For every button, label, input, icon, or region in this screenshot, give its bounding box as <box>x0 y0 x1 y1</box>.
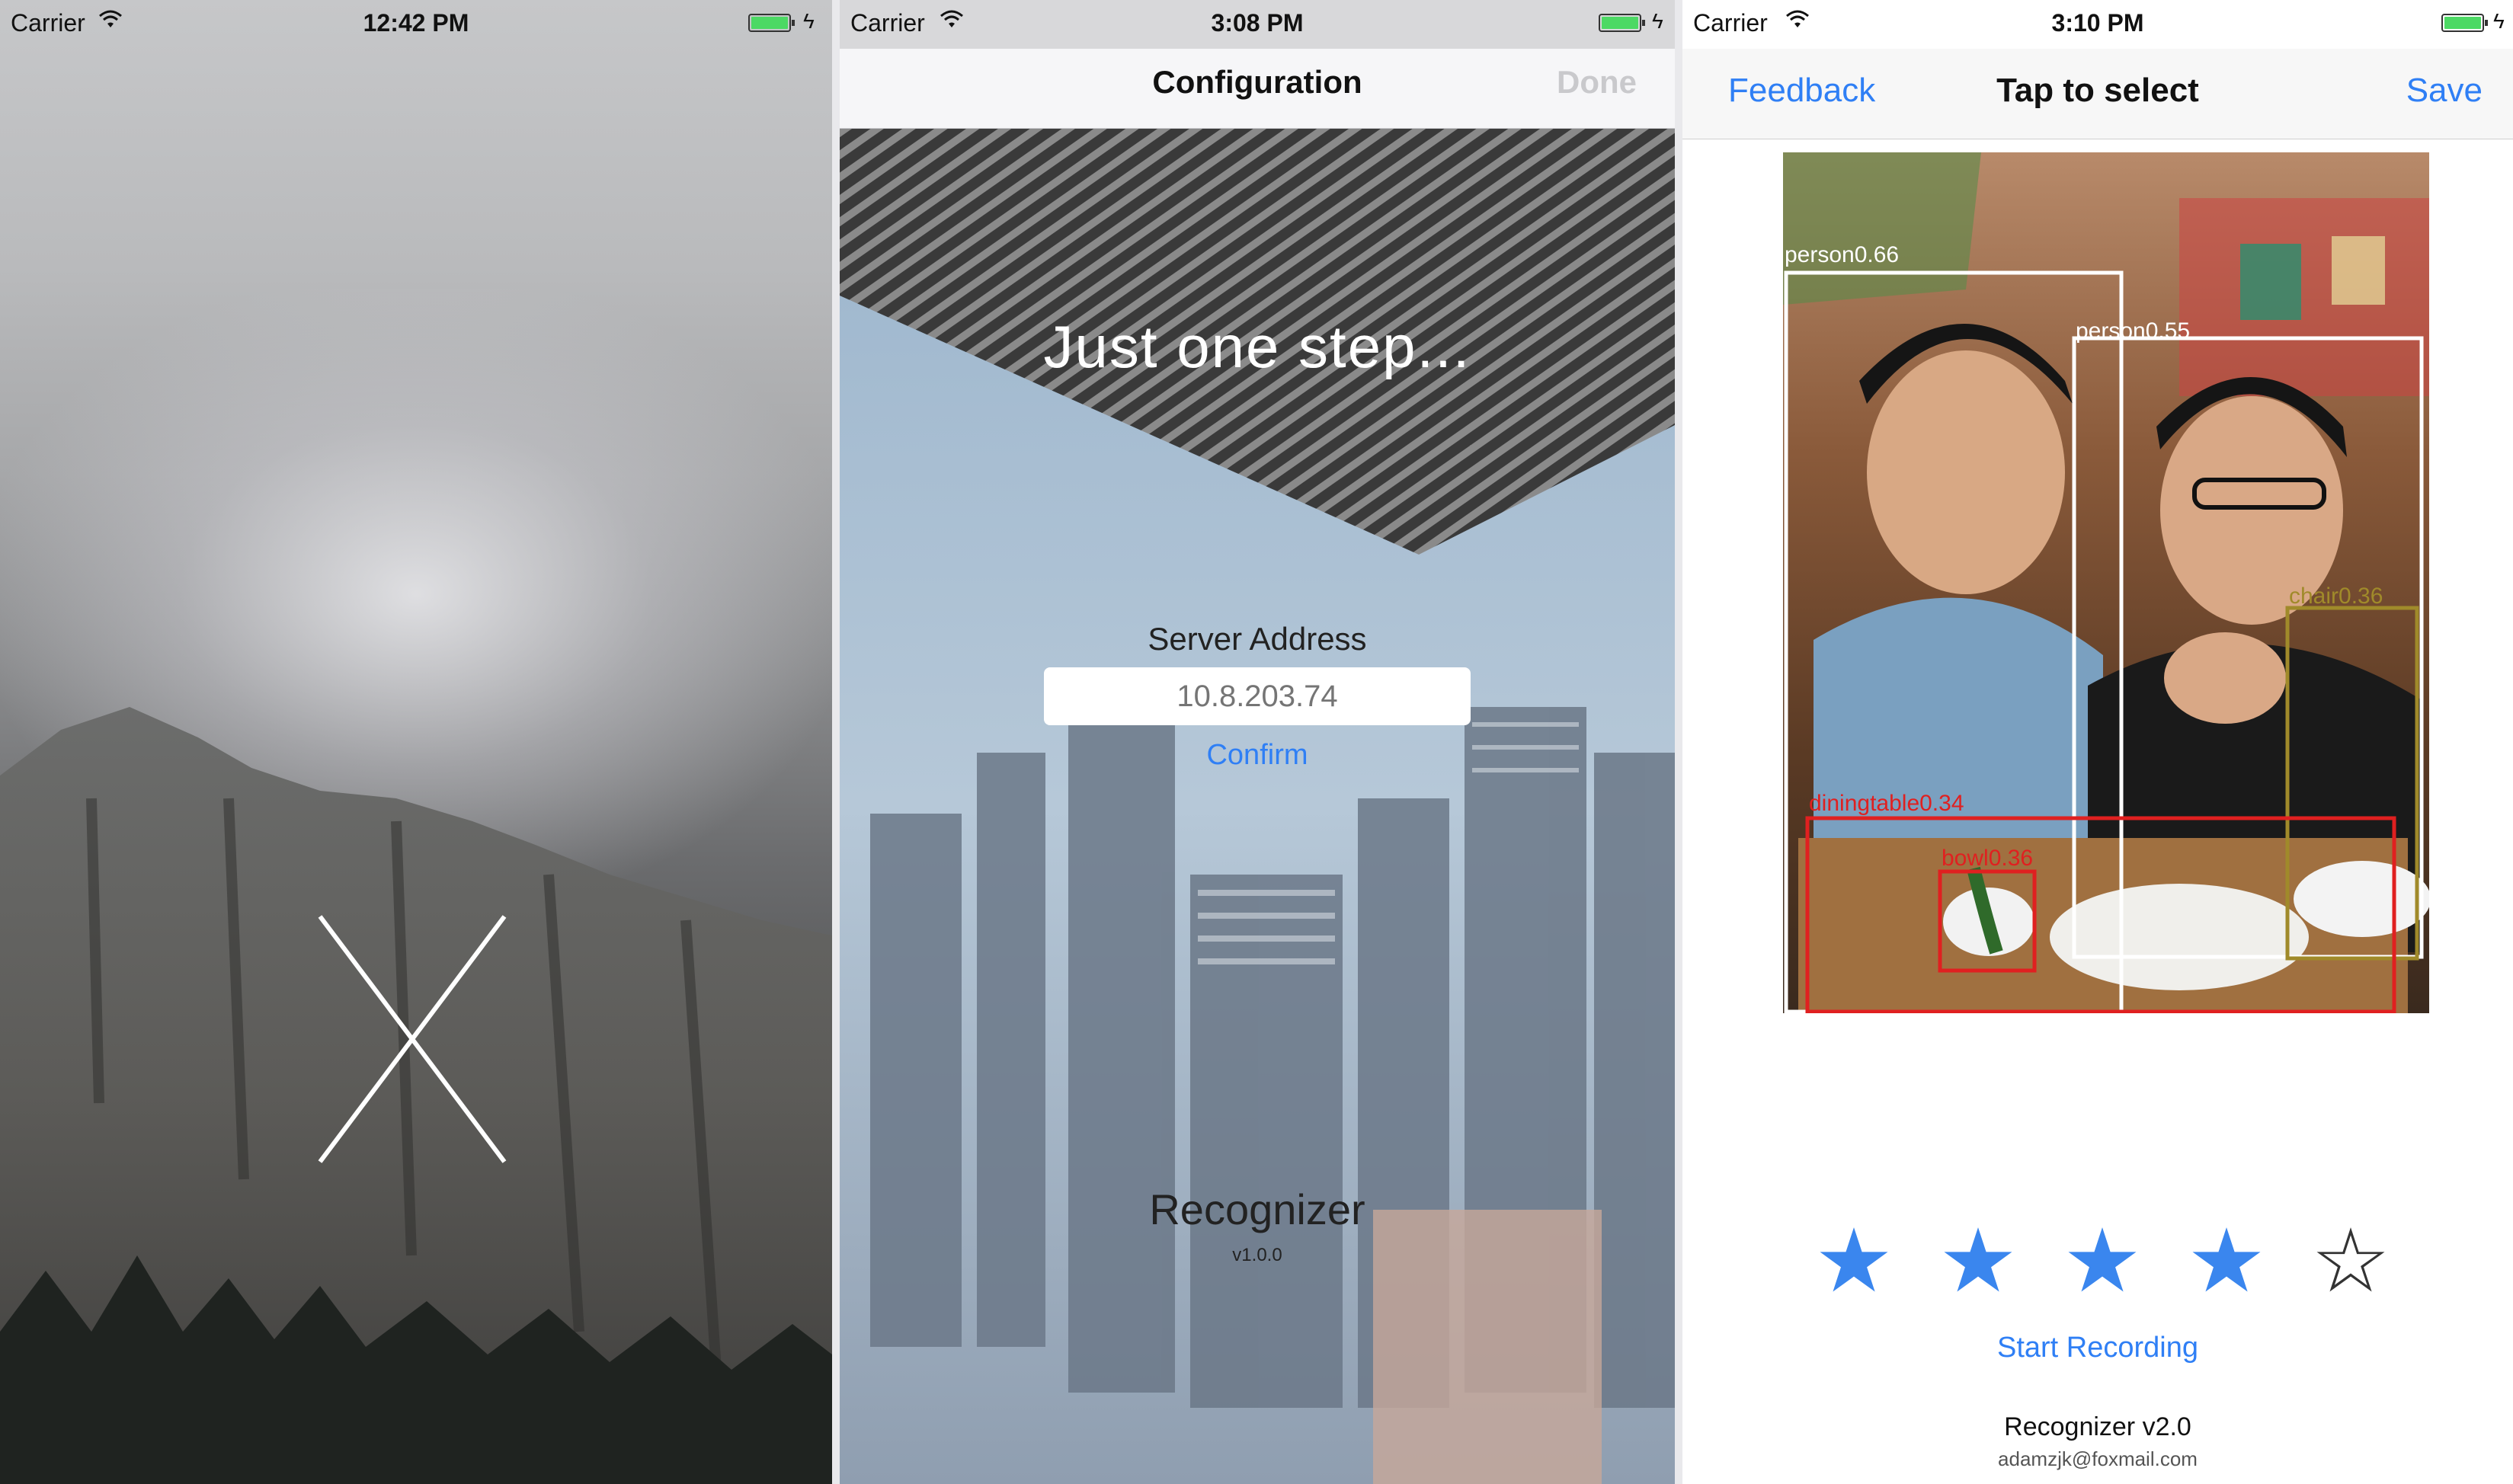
clock: 3:10 PM <box>2051 9 2144 37</box>
detection-photo[interactable]: person0.66 person0.55 chair0.36 diningta… <box>1783 152 2431 1014</box>
server-address-label: Server Address <box>1148 621 1367 657</box>
status-bar: Carrier 3:08 PM ϟ <box>840 0 1675 49</box>
charging-icon: ϟ <box>1652 9 1663 33</box>
clock: 12:42 PM <box>363 9 469 37</box>
battery-icon <box>1599 14 1645 32</box>
clock: 3:08 PM <box>1211 9 1304 37</box>
nav-title: Configuration <box>1152 64 1362 100</box>
charging-icon: ϟ <box>2493 9 2505 33</box>
footer-app-name: Recognizer v2.0 <box>2004 1412 2191 1441</box>
status-bar: Carrier 3:10 PM ϟ <box>1682 0 2513 49</box>
status-bar: Carrier 12:42 PM ϟ <box>0 0 832 49</box>
detection-label: person0.66 <box>1785 242 1900 267</box>
navigation-bar: Configuration Done <box>840 49 1675 129</box>
star-icon[interactable]: ★ <box>1812 1217 1896 1305</box>
detection-label: chair0.36 <box>2289 584 2383 609</box>
battery-icon <box>748 14 795 32</box>
server-address-input[interactable] <box>1044 667 1471 725</box>
save-button[interactable]: Save <box>2406 72 2483 110</box>
navigation-bar: Feedback Tap to select Save <box>1682 49 2513 139</box>
star-icon[interactable]: ★ <box>1936 1217 2020 1305</box>
nav-title: Tap to select <box>1996 72 2199 109</box>
confirm-button[interactable]: Confirm <box>840 739 1675 772</box>
star-outline-icon[interactable]: ☆ <box>2309 1217 2393 1305</box>
headline-text: Just one step... <box>1043 313 1471 380</box>
result-screen: Carrier 3:10 PM ϟ Feedback Tap to select… <box>1682 0 2513 1484</box>
app-name: Recognizer <box>1149 1185 1365 1233</box>
battery-icon <box>2441 14 2488 32</box>
star-icon[interactable]: ★ <box>2185 1217 2268 1305</box>
photo-image <box>1783 152 2431 1014</box>
detection-label: diningtable0.34 <box>1809 791 1964 816</box>
app-version: v1.0.0 <box>1232 1245 1282 1265</box>
star-icon[interactable]: ★ <box>2060 1217 2144 1305</box>
start-recording-button[interactable]: Start Recording <box>1682 1332 2513 1364</box>
configuration-screen: Carrier 3:08 PM ϟ Configuration Done Jus… <box>840 0 1675 1484</box>
x-logo-icon <box>318 915 507 1163</box>
launch-screen: Carrier 12:42 PM ϟ <box>0 0 832 1484</box>
footer-email: adamzjk@foxmail.com <box>1998 1447 2198 1470</box>
detection-label: person0.55 <box>2076 318 2191 344</box>
detection-label: bowl0.36 <box>1942 846 2034 871</box>
charging-icon: ϟ <box>803 9 815 33</box>
done-button[interactable]: Done <box>1557 64 1637 101</box>
